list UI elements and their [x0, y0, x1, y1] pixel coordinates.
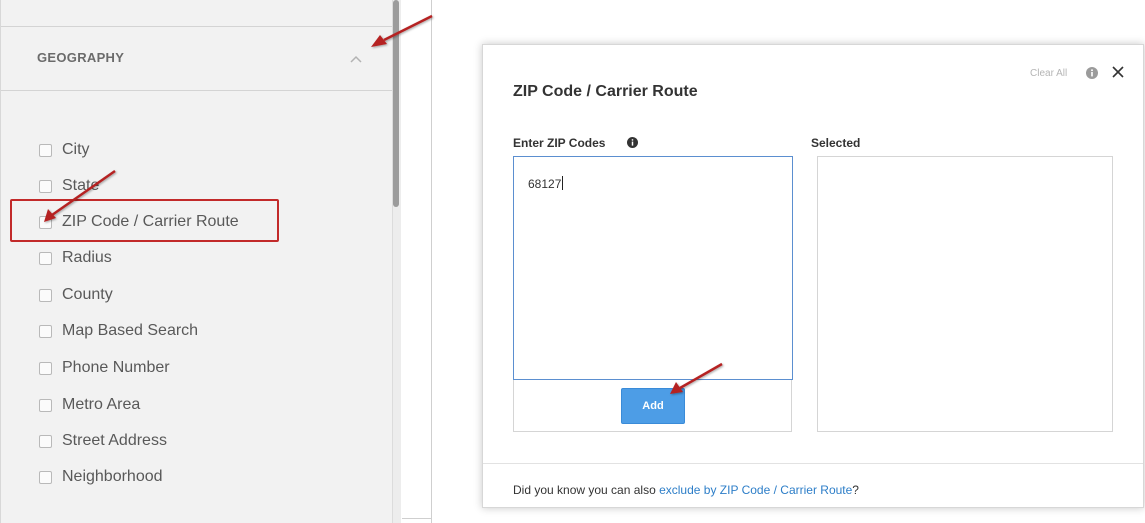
- geo-option-phone-number[interactable]: Phone Number: [39, 356, 170, 380]
- checkbox[interactable]: [39, 470, 52, 484]
- close-icon[interactable]: [1111, 65, 1125, 79]
- selected-label: Selected: [811, 136, 861, 150]
- checkbox[interactable]: [39, 179, 52, 193]
- panel-divider: [431, 0, 432, 523]
- selected-zip-list[interactable]: [817, 156, 1113, 432]
- exclude-zip-link[interactable]: exclude by ZIP Code / Carrier Route: [659, 483, 852, 497]
- geography-section-title: GEOGRAPHY: [37, 50, 125, 65]
- option-label: Neighborhood: [62, 468, 163, 485]
- geography-section-header[interactable]: GEOGRAPHY: [1, 26, 393, 91]
- info-circle-icon[interactable]: [627, 137, 638, 148]
- footer-text: Did you know you can also: [513, 483, 660, 497]
- chevron-up-icon[interactable]: [350, 55, 362, 63]
- footer-divider: [483, 463, 1143, 464]
- geo-option-state[interactable]: State: [39, 174, 99, 198]
- footer-end: ?: [852, 483, 859, 497]
- geo-option-metro-area[interactable]: Metro Area: [39, 393, 140, 417]
- zip-codes-value: 68127: [528, 177, 562, 191]
- modal-footer: Did you know you can also exclude by ZIP…: [513, 483, 859, 497]
- panel-divider-stub: [402, 518, 432, 519]
- add-button[interactable]: Add: [621, 388, 685, 424]
- enter-zip-codes-label: Enter ZIP Codes: [513, 136, 606, 150]
- modal-title: ZIP Code / Carrier Route: [513, 83, 698, 100]
- checkbox[interactable]: [39, 143, 52, 157]
- checkbox[interactable]: [39, 398, 52, 412]
- checkbox[interactable]: [39, 288, 52, 302]
- option-label: Phone Number: [62, 359, 170, 376]
- option-label: Radius: [62, 249, 112, 266]
- geo-option-city[interactable]: City: [39, 138, 90, 162]
- geo-option-street-address[interactable]: Street Address: [39, 429, 167, 453]
- geo-option-map-based-search[interactable]: Map Based Search: [39, 319, 198, 343]
- option-label: County: [62, 286, 113, 303]
- geo-option-radius[interactable]: Radius: [39, 246, 112, 270]
- text-caret: [562, 176, 564, 190]
- option-label: City: [62, 141, 90, 158]
- zip-code-modal: ZIP Code / Carrier Route Clear All Enter…: [482, 44, 1144, 508]
- zip-option-highlight: [10, 199, 279, 242]
- option-label: Metro Area: [62, 396, 141, 413]
- geo-option-county[interactable]: County: [39, 283, 113, 307]
- clear-all-link[interactable]: Clear All: [1030, 68, 1067, 79]
- checkbox[interactable]: [39, 324, 52, 338]
- sidebar-scrollbar-thumb[interactable]: [393, 0, 399, 207]
- checkbox[interactable]: [39, 361, 52, 375]
- checkbox[interactable]: [39, 251, 52, 265]
- sidebar-top-divider: [1, 0, 393, 27]
- geo-option-neighborhood[interactable]: Neighborhood: [39, 465, 163, 489]
- option-label: State: [62, 177, 100, 194]
- option-label: Map Based Search: [62, 322, 199, 339]
- zip-codes-textarea[interactable]: 68127: [513, 156, 793, 380]
- info-circle-icon[interactable]: [1086, 67, 1098, 79]
- checkbox[interactable]: [39, 434, 52, 448]
- filter-sidebar: GEOGRAPHY City State ZIP Code / Carrier …: [0, 0, 393, 523]
- option-label: Street Address: [62, 432, 167, 449]
